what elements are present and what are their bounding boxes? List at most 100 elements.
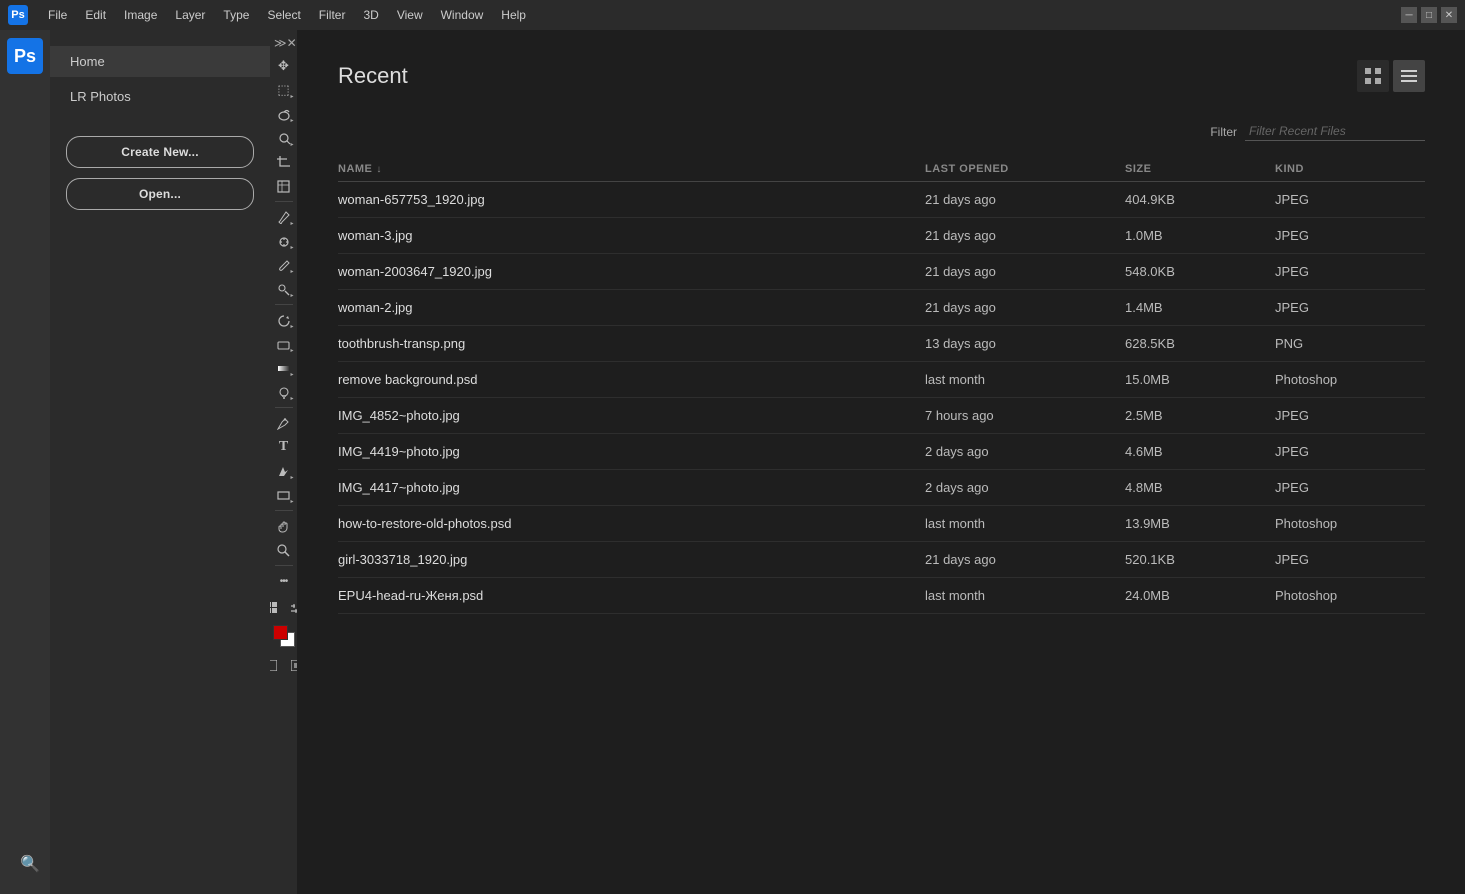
main-content: Recent Filter NAME ↓ LAST OPENED [298, 30, 1465, 894]
menu-help[interactable]: Help [493, 4, 534, 26]
list-view-button[interactable] [1393, 60, 1425, 92]
view-toggle [1357, 60, 1425, 92]
marquee-tool[interactable]: ⬚ [273, 79, 295, 101]
table-row[interactable]: woman-2003647_1920.jpg 21 days ago 548.0… [338, 254, 1425, 290]
crop-tool[interactable] [273, 151, 295, 173]
menu-view[interactable]: View [389, 4, 431, 26]
window-controls: ─ □ ✕ [1401, 7, 1457, 23]
sort-arrow-icon: ↓ [376, 164, 382, 175]
cell-name: EPU4-head-ru-Женя.psd [338, 588, 925, 603]
blur-tool[interactable] [273, 381, 295, 403]
adjust-tool[interactable] [285, 596, 298, 618]
cell-name: how-to-restore-old-photos.psd [338, 516, 925, 531]
sidebar-item-lr-photos[interactable]: LR Photos [50, 81, 270, 112]
open-button[interactable]: Open... [66, 178, 254, 210]
cell-name: woman-657753_1920.jpg [338, 192, 925, 207]
cell-kind: JPEG [1275, 192, 1425, 207]
zoom-tool[interactable] [273, 539, 295, 561]
quick-select-tool[interactable] [273, 127, 295, 149]
menu-bar: Ps File Edit Image Layer Type Select Fil… [8, 4, 1401, 26]
minimize-button[interactable]: ─ [1401, 7, 1417, 23]
filter-input[interactable] [1245, 122, 1425, 141]
cell-kind: JPEG [1275, 552, 1425, 567]
table-row[interactable]: remove background.psd last month 15.0MB … [338, 362, 1425, 398]
cell-size: 4.6MB [1125, 444, 1275, 459]
table-row[interactable]: EPU4-head-ru-Женя.psd last month 24.0MB … [338, 578, 1425, 614]
path-selection-tool[interactable] [273, 460, 295, 482]
menu-layer[interactable]: Layer [167, 4, 213, 26]
maximize-button[interactable]: □ [1421, 7, 1437, 23]
tool-preset[interactable] [270, 596, 282, 618]
tool-strip-close[interactable]: ✕ [287, 36, 297, 50]
menu-window[interactable]: Window [433, 4, 492, 26]
cell-last-opened: 2 days ago [925, 444, 1125, 459]
table-row[interactable]: girl-3033718_1920.jpg 21 days ago 520.1K… [338, 542, 1425, 578]
table-row[interactable]: how-to-restore-old-photos.psd last month… [338, 506, 1425, 542]
edit-quick-mask[interactable] [285, 654, 298, 676]
cell-kind: JPEG [1275, 480, 1425, 495]
cell-kind: Photoshop [1275, 516, 1425, 531]
cell-size: 2.5MB [1125, 408, 1275, 423]
cell-last-opened: 2 days ago [925, 480, 1125, 495]
cell-name: IMG_4417~photo.jpg [338, 480, 925, 495]
edit-standard-mode[interactable] [270, 654, 282, 676]
close-button[interactable]: ✕ [1441, 7, 1457, 23]
menu-type[interactable]: Type [215, 4, 257, 26]
cell-kind: JPEG [1275, 444, 1425, 459]
col-header-name[interactable]: NAME ↓ [338, 163, 925, 175]
cell-size: 1.0MB [1125, 228, 1275, 243]
move-tool[interactable]: ✥ [273, 55, 295, 77]
lasso-tool[interactable] [273, 103, 295, 125]
type-tool[interactable]: T [273, 436, 295, 458]
frame-tool[interactable] [273, 175, 295, 197]
recent-title: Recent [338, 63, 408, 89]
grid-icon [1365, 68, 1381, 84]
ps-brand-bar: Ps 🔍 [0, 30, 50, 894]
cell-kind: PNG [1275, 336, 1425, 351]
cell-name: woman-2003647_1920.jpg [338, 264, 925, 279]
menu-filter[interactable]: Filter [311, 4, 354, 26]
menu-select[interactable]: Select [259, 4, 308, 26]
create-new-button[interactable]: Create New... [66, 136, 254, 168]
cell-name: IMG_4419~photo.jpg [338, 444, 925, 459]
more-tools[interactable]: ••• [273, 570, 295, 592]
healing-brush-tool[interactable] [273, 230, 295, 252]
table-row[interactable]: woman-2.jpg 21 days ago 1.4MB JPEG [338, 290, 1425, 326]
rectangle-tool[interactable] [273, 484, 295, 506]
cell-last-opened: 21 days ago [925, 300, 1125, 315]
menu-file[interactable]: File [40, 4, 75, 26]
tool-strip-header: ≫ ✕ [270, 34, 297, 52]
menu-image[interactable]: Image [116, 4, 165, 26]
tool-strip: ≫ ✕ ✥ ⬚ [270, 30, 298, 894]
table-row[interactable]: woman-3.jpg 21 days ago 1.0MB JPEG [338, 218, 1425, 254]
history-brush-tool[interactable] [273, 309, 295, 331]
sidebar-item-home[interactable]: Home [50, 46, 270, 77]
cell-name: woman-3.jpg [338, 228, 925, 243]
tool-strip-expand[interactable]: ≫ [274, 36, 287, 50]
search-icon[interactable]: 🔍 [20, 854, 40, 874]
title-bar: Ps File Edit Image Layer Type Select Fil… [0, 0, 1465, 30]
clone-stamp-tool[interactable] [273, 278, 295, 300]
color-swatches[interactable] [273, 625, 295, 647]
brush-tool[interactable] [273, 254, 295, 276]
sidebar: Home LR Photos Create New... Open... [50, 30, 270, 894]
table-row[interactable]: toothbrush-transp.png 13 days ago 628.5K… [338, 326, 1425, 362]
foreground-color-swatch[interactable] [273, 625, 288, 640]
table-row[interactable]: IMG_4419~photo.jpg 2 days ago 4.6MB JPEG [338, 434, 1425, 470]
cell-last-opened: last month [925, 588, 1125, 603]
gradient-tool[interactable] [273, 357, 295, 379]
pen-tool[interactable] [273, 412, 295, 434]
table-row[interactable]: IMG_4852~photo.jpg 7 hours ago 2.5MB JPE… [338, 398, 1425, 434]
cell-last-opened: 21 days ago [925, 552, 1125, 567]
cell-size: 520.1KB [1125, 552, 1275, 567]
table-row[interactable]: IMG_4417~photo.jpg 2 days ago 4.8MB JPEG [338, 470, 1425, 506]
hand-tool[interactable] [273, 515, 295, 537]
eyedropper-tool[interactable] [273, 206, 295, 228]
menu-edit[interactable]: Edit [77, 4, 114, 26]
col-header-kind: KIND [1275, 163, 1425, 175]
eraser-tool[interactable] [273, 333, 295, 355]
menu-3d[interactable]: 3D [355, 4, 386, 26]
table-row[interactable]: woman-657753_1920.jpg 21 days ago 404.9K… [338, 182, 1425, 218]
grid-view-button[interactable] [1357, 60, 1389, 92]
cell-last-opened: 21 days ago [925, 192, 1125, 207]
